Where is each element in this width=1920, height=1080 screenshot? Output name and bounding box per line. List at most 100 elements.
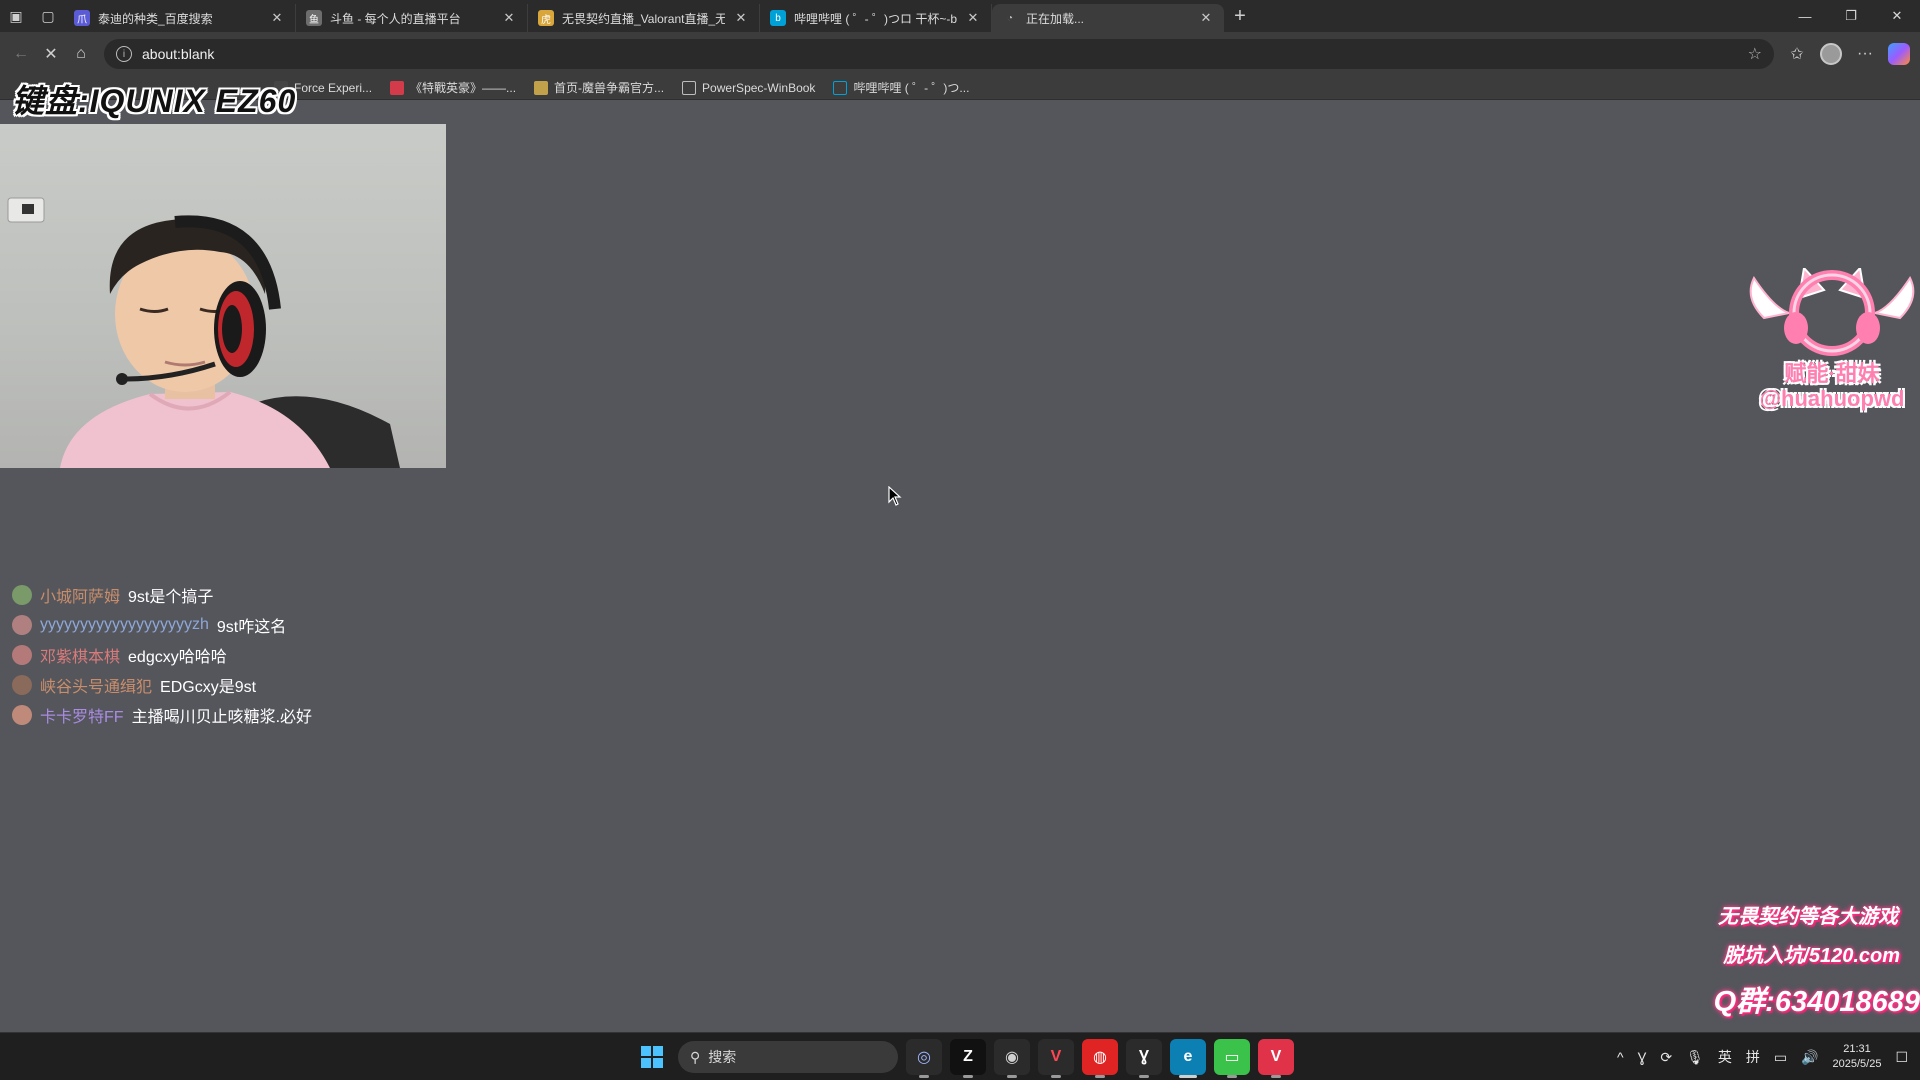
profile-button[interactable] (1816, 39, 1846, 69)
bookmark-item[interactable]: 哔哩哔哩 ( ゜- ゜)つ... (833, 79, 969, 96)
new-tab-button[interactable]: + (1224, 5, 1256, 28)
bilibili-favicon-icon: b (770, 10, 786, 26)
navigation-bar: ← ✕ ⌂ i about:blank ☆ ✩ ··· (0, 32, 1920, 76)
bilibili-favicon-icon (833, 80, 848, 95)
more-options-icon[interactable]: ··· (1850, 39, 1880, 69)
app-8-icon[interactable]: ▭ (1214, 1039, 1250, 1078)
app-1-icon[interactable]: ◎ (906, 1039, 942, 1078)
zed-icon[interactable]: Z (950, 1039, 986, 1078)
favorites-icon[interactable]: ✩ (1782, 39, 1812, 69)
language-indicator[interactable]: 英 (1718, 1047, 1732, 1067)
minimize-icon[interactable]: — (1782, 0, 1828, 32)
copilot-icon (1888, 43, 1910, 65)
home-icon[interactable]: ⌂ (66, 39, 96, 69)
close-icon[interactable]: ✕ (1198, 10, 1214, 26)
volume-icon[interactable]: 🔊 (1801, 1049, 1818, 1066)
back-arrow-icon[interactable]: ← (6, 39, 36, 69)
chat-avatar (12, 585, 32, 605)
chat-username: 卡卡罗特FF (40, 709, 124, 726)
keyboard-overlay-label: 键盘:IQUNIX EZ60 (12, 83, 297, 119)
tab-actions-icon[interactable]: ▢ (32, 0, 64, 32)
window-controls: — ❐ ✕ (1782, 0, 1920, 32)
edge-icon[interactable]: e (1170, 1039, 1206, 1078)
close-icon[interactable]: ✕ (269, 10, 285, 26)
tab-5-active[interactable]: ◔ 正在加载... ✕ (992, 4, 1224, 32)
promo-line-2: 脱坑入坑/5120.com (1723, 945, 1900, 967)
chevron-up-icon[interactable]: ^ (1617, 1049, 1624, 1065)
close-icon[interactable]: ✕ (733, 10, 749, 26)
streamer-webcam-image (7, 197, 400, 468)
restore-icon[interactable]: ❐ (1828, 0, 1874, 32)
netease-music-icon[interactable]: ◍ (1082, 1039, 1118, 1078)
bookmark-item[interactable]: 《特戰英豪》——... (390, 79, 516, 96)
tab-1[interactable]: 爪 泰迪的种类_百度搜索 ✕ (64, 4, 296, 32)
bookmark-label: Force Experi... (294, 80, 373, 95)
bookmark-label: 哔哩哔哩 ( ゜- ゜)つ... (853, 81, 970, 95)
chat-message: yyyyyyyyyyyyyyyyyyyzh 9st咋这名 (12, 610, 312, 640)
chat-overlay: 小城阿萨姆 9st是个搞子 yyyyyyyyyyyyyyyyyyyzh 9st咋… (12, 580, 312, 730)
app-6-icon[interactable]: Ɣ (1126, 1039, 1162, 1078)
valorant-icon[interactable]: V (1038, 1039, 1074, 1078)
notification-icon[interactable]: ☐ (1895, 1049, 1908, 1066)
clock-time: 21:31 (1843, 1043, 1871, 1055)
app-9-icon[interactable]: V (1258, 1039, 1294, 1078)
ime-indicator[interactable]: 拼 (1746, 1047, 1760, 1067)
mouse-cursor-icon (888, 485, 902, 511)
folder-icon (682, 80, 697, 95)
chat-username: 峡谷头号通缉犯 (40, 679, 153, 696)
chat-text: 主播喝川贝止咳糖浆.必好 (131, 709, 313, 726)
chat-text: 9st咋这名 (216, 619, 287, 636)
chat-message: 小城阿萨姆 9st是个搞子 (12, 580, 312, 610)
chat-message: 峡谷头号通缉犯 EDGcxy是9st (12, 670, 312, 700)
windows-taskbar: ⚲ 搜索 ◎ Z ◉ V ◍ Ɣ e ▭ V ^ Ɣ ⟳ 🎙 英 拼 ▭ 🔊 2… (0, 1032, 1920, 1080)
chat-text: EDGcxy是9st (160, 679, 257, 696)
network-icon[interactable]: ▭ (1774, 1049, 1787, 1066)
bookmark-label: 《特戰英豪》——... (410, 81, 517, 95)
address-text[interactable]: about:blank (142, 46, 1738, 62)
sync-icon[interactable]: ⟳ (1660, 1049, 1672, 1066)
chat-text: 9st是个搞子 (128, 589, 214, 606)
microphone-icon[interactable]: 🎙 (1686, 1049, 1704, 1066)
promo-line-3: Q群:634018689 (1713, 986, 1920, 1018)
tray-app-icon[interactable]: Ɣ (1638, 1049, 1647, 1065)
system-tray: ^ Ɣ ⟳ 🎙 英 拼 ▭ 🔊 21:31 2025/5/25 ☐ (1617, 1033, 1908, 1080)
tab-title: 哔哩哔哩 ( ゜- ゜)つロ 干杯~-bilib (794, 11, 957, 26)
valorant-favicon-icon (390, 80, 405, 95)
workspaces-icon[interactable]: ▣ (0, 0, 32, 32)
warcraft-favicon-icon (534, 80, 549, 95)
chat-username: yyyyyyyyyyyyyyyyyyyzh (40, 616, 209, 633)
tab-title: 泰迪的种类_百度搜索 (98, 11, 213, 26)
promo-overlay: 无畏契约等各大游戏 脱坑入坑/5120.com Q群:634018689 (1660, 900, 1920, 1020)
chat-avatar (12, 615, 32, 635)
info-icon[interactable]: i (116, 46, 132, 62)
close-icon[interactable]: ✕ (965, 10, 981, 26)
logo-text-title: 赋能·甜妹 (1784, 361, 1880, 386)
profile-avatar (1820, 43, 1842, 65)
chat-text: edgcxy哈哈哈 (128, 649, 227, 666)
douyu-favicon-icon: 鱼 (306, 10, 322, 26)
windows-start-icon[interactable] (634, 1039, 670, 1075)
search-placeholder: 搜索 (708, 1049, 737, 1065)
tab-2[interactable]: 鱼 斗鱼 - 每个人的直播平台 ✕ (296, 4, 528, 32)
bookmark-label: 首页-魔兽争霸官方... (554, 81, 665, 95)
taskbar-search-box[interactable]: ⚲ 搜索 (678, 1041, 898, 1073)
logo-text-handle: @huahuopwd (1759, 386, 1905, 411)
close-icon[interactable]: ✕ (501, 10, 517, 26)
tab-title: 正在加载... (1026, 11, 1085, 26)
favorite-star-icon[interactable]: ☆ (1748, 44, 1762, 64)
bookmark-item[interactable]: 首页-魔兽争霸官方... (534, 79, 664, 96)
address-bar[interactable]: i about:blank ☆ (104, 39, 1774, 69)
chat-username: 邓紫棋本棋 (40, 649, 121, 666)
clock[interactable]: 21:31 2025/5/25 (1833, 1042, 1882, 1072)
copilot-button[interactable] (1884, 39, 1914, 69)
streamer-logo-badge: 赋能·甜妹 @huahuopwd (1744, 265, 1920, 418)
stop-loading-icon[interactable]: ✕ (36, 39, 66, 69)
loading-spinner-icon: ◔ (1006, 12, 1014, 24)
obs-icon[interactable]: ◉ (994, 1039, 1030, 1078)
tab-3[interactable]: 虎 无畏契约直播_Valorant直播_无畏 ✕ (528, 4, 760, 32)
tab-4[interactable]: b 哔哩哔哩 ( ゜- ゜)つロ 干杯~-bilib ✕ (760, 4, 992, 32)
webcam-feed (0, 124, 446, 468)
chat-avatar (12, 675, 32, 695)
close-window-icon[interactable]: ✕ (1874, 0, 1920, 32)
bookmark-item[interactable]: PowerSpec-WinBook (682, 80, 815, 95)
